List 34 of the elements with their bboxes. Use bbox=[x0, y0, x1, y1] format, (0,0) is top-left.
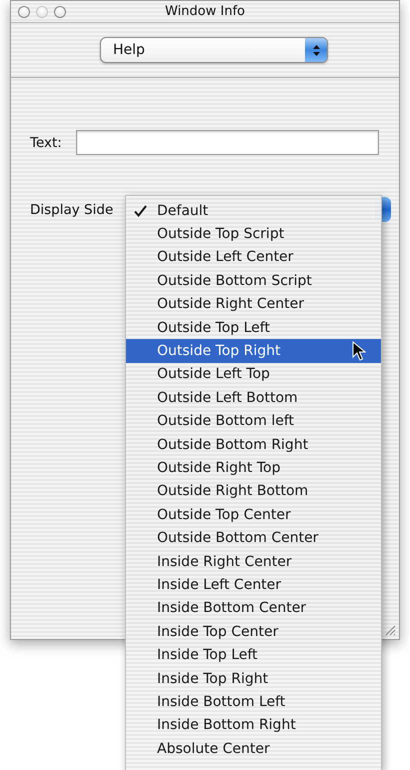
menu-item[interactable]: Outside Bottom Center bbox=[126, 526, 381, 550]
menu-item[interactable]: Outside Left Top bbox=[126, 362, 381, 386]
menu-item[interactable]: Outside Top Script bbox=[126, 222, 381, 246]
menu-item[interactable]: Outside Right Center bbox=[126, 292, 381, 316]
menu-item[interactable]: Outside Right Top bbox=[126, 456, 381, 480]
text-label: Text: bbox=[30, 134, 62, 150]
menu-item[interactable]: Absolute Center bbox=[126, 736, 381, 760]
menu-item[interactable]: Outside Bottom Right bbox=[126, 432, 381, 456]
text-field[interactable] bbox=[76, 130, 379, 155]
menu-item[interactable]: Outside Top Right bbox=[126, 339, 381, 363]
menu-item[interactable]: Outside Left Center bbox=[126, 246, 381, 270]
close-button[interactable] bbox=[18, 6, 30, 18]
menu-item[interactable]: Inside Top Right bbox=[126, 666, 381, 690]
menu-item[interactable]: Inside Bottom Center bbox=[126, 596, 381, 620]
display-side-label: Display Side bbox=[30, 202, 114, 218]
pointer-cursor-icon bbox=[352, 341, 366, 362]
menu-item[interactable]: Outside Right Bottom bbox=[126, 480, 381, 504]
menu-item[interactable]: Outside Left Bottom bbox=[126, 386, 381, 410]
menu-item[interactable]: Inside Left Center bbox=[126, 573, 381, 597]
menu-item[interactable]: Inside Top Left bbox=[126, 643, 381, 667]
menu-item[interactable]: Inside Top Center bbox=[126, 620, 381, 644]
category-popup[interactable]: Help bbox=[100, 37, 328, 63]
zoom-button[interactable] bbox=[54, 6, 66, 18]
menu-item[interactable]: Outside Top Center bbox=[126, 503, 381, 526]
resize-grip-icon[interactable] bbox=[384, 624, 396, 636]
menu-item[interactable]: Inside Right Center bbox=[126, 550, 381, 574]
menu-item[interactable]: Outside Bottom left bbox=[126, 410, 381, 433]
menu-item[interactable]: Outside Top Left bbox=[126, 316, 381, 340]
menu-item[interactable]: Inside Bottom Left bbox=[126, 690, 381, 714]
menu-item[interactable]: Outside Bottom Script bbox=[126, 269, 381, 293]
menu-item[interactable]: Inside Bottom Right bbox=[126, 714, 381, 737]
window-title: Window Info bbox=[165, 4, 245, 19]
up-down-arrows-icon bbox=[312, 44, 320, 56]
menu-item[interactable]: Default bbox=[126, 199, 381, 222]
